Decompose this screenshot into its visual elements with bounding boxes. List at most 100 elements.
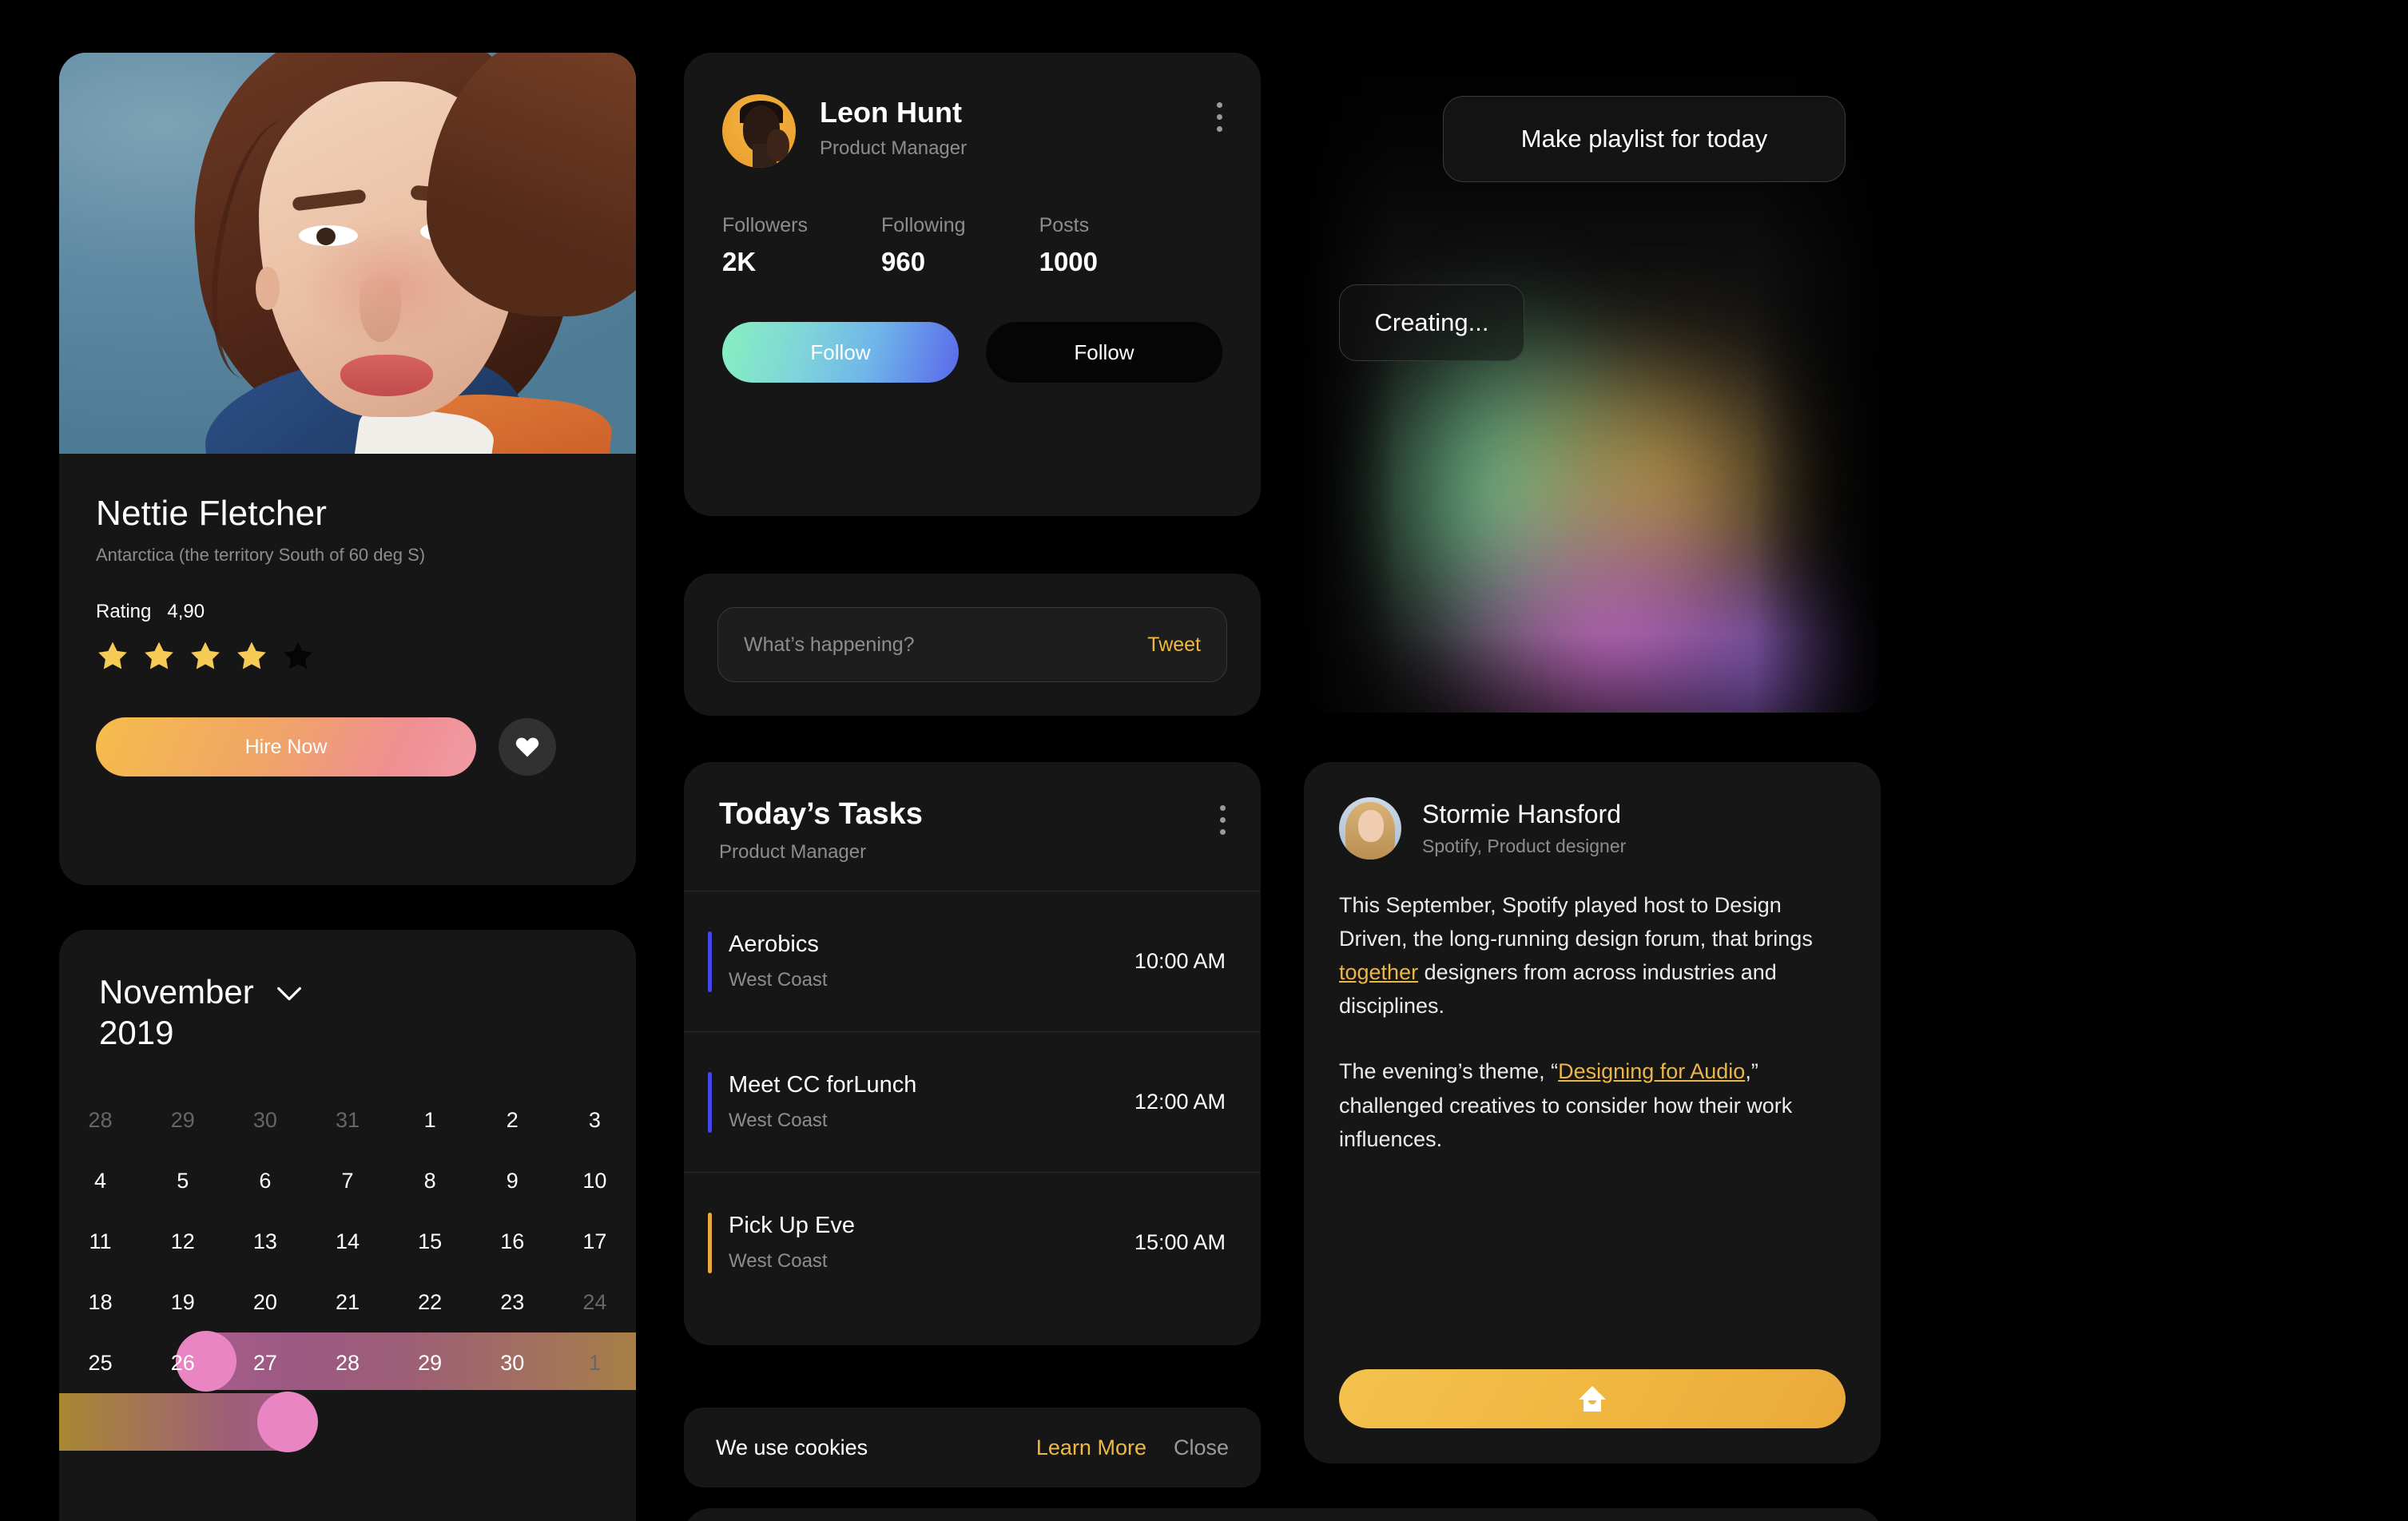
calendar-day[interactable]: 19: [141, 1272, 224, 1332]
calendar-day[interactable]: 1: [554, 1332, 636, 1393]
avatar: [722, 94, 796, 168]
task-row[interactable]: Aerobics West Coast 10:00 AM: [684, 891, 1261, 1031]
kebab-menu-icon[interactable]: [1216, 94, 1222, 132]
tweet-input[interactable]: [744, 633, 1148, 657]
calendar-day[interactable]: 29: [389, 1332, 471, 1393]
avatar: [1339, 797, 1401, 860]
star-empty-icon[interactable]: [281, 639, 315, 673]
article-home-button[interactable]: [1339, 1369, 1846, 1428]
article-body: This September, Spotify played host to D…: [1304, 860, 1881, 1156]
tweet-submit-button[interactable]: Tweet: [1147, 633, 1201, 657]
calendar-day[interactable]: 28: [306, 1332, 388, 1393]
calendar-day[interactable]: 4: [59, 1150, 141, 1211]
user-header: Leon Hunt Product Manager: [684, 53, 1261, 168]
profile-card: Nettie Fletcher Antarctica (the territor…: [59, 53, 636, 885]
calendar-day[interactable]: 23: [471, 1272, 554, 1332]
star-filled-icon[interactable]: [96, 639, 129, 673]
article-paragraph-1: This September, Spotify played host to D…: [1339, 888, 1846, 1023]
article-author: Stormie Hansford Spotify, Product design…: [1304, 762, 1881, 860]
stat-value: 1000: [1039, 247, 1099, 276]
home-icon: [1579, 1386, 1606, 1412]
star-filled-icon[interactable]: [189, 639, 222, 673]
calendar-day[interactable]: 7: [306, 1150, 388, 1211]
calendar-day[interactable]: 25: [59, 1332, 141, 1393]
calendar-day[interactable]: 21: [306, 1272, 388, 1332]
task-location: West Coast: [729, 1250, 828, 1272]
calendar-month: November: [99, 973, 254, 1011]
calendar-day[interactable]: 10: [554, 1150, 636, 1211]
task-texts: Pick Up Eve West Coast: [719, 1213, 1134, 1273]
calendar-dropdown-button[interactable]: [276, 986, 302, 1006]
follow-secondary-button[interactable]: Follow: [986, 322, 1222, 383]
cookie-text: We use cookies: [716, 1435, 868, 1459]
rating-row: Rating 4,90: [96, 601, 599, 623]
calendar-day[interactable]: 14: [306, 1211, 388, 1272]
calendar-day[interactable]: 26: [141, 1332, 224, 1393]
task-name: Pick Up Eve: [729, 1213, 855, 1238]
portrait-nose: [360, 270, 401, 342]
kebab-menu-icon[interactable]: [1219, 797, 1226, 835]
cookie-banner: We use cookies Learn More Close: [684, 1408, 1261, 1487]
article-author-role: Spotify, Product designer: [1422, 836, 1627, 856]
calendar-day[interactable]: 20: [224, 1272, 306, 1332]
article-paragraph-2: The evening’s theme, “Designing for Audi…: [1339, 1054, 1846, 1155]
calendar-day[interactable]: 5: [141, 1150, 224, 1211]
user-names: Leon Hunt Product Manager: [820, 94, 1192, 160]
cookie-learn-more-button[interactable]: Learn More: [1036, 1436, 1146, 1460]
star-filled-icon[interactable]: [142, 639, 176, 673]
calendar-day[interactable]: 3: [554, 1090, 636, 1150]
article-p1-text-a: This September, Spotify played host to D…: [1339, 893, 1813, 951]
task-location: West Coast: [729, 969, 828, 991]
stat-value: 2K: [722, 247, 757, 276]
stat-block: Following 960: [881, 214, 966, 277]
playlist-prompt-text: Make playlist for today: [1520, 125, 1768, 153]
tasks-subtitle: Product Manager: [719, 841, 867, 863]
hire-now-button[interactable]: Hire Now: [96, 717, 476, 776]
calendar-day[interactable]: 13: [224, 1211, 306, 1272]
rating-label: Rating: [96, 601, 152, 622]
calendar-day[interactable]: 29: [141, 1090, 224, 1150]
calendar-day[interactable]: 12: [141, 1211, 224, 1272]
calendar-day[interactable]: 15: [389, 1211, 471, 1272]
article-link-together[interactable]: together: [1339, 960, 1418, 984]
profile-photo: [59, 53, 636, 454]
tasks-card: Today’s Tasks Product Manager Aerobics We…: [684, 762, 1261, 1345]
calendar-day[interactable]: 16: [471, 1211, 554, 1272]
calendar-day[interactable]: 30: [224, 1090, 306, 1150]
calendar-day[interactable]: 2: [471, 1090, 554, 1150]
task-row[interactable]: Pick Up Eve West Coast 15:00 AM: [684, 1172, 1261, 1313]
calendar-day[interactable]: 1: [389, 1090, 471, 1150]
stat-label: Following: [880, 214, 966, 236]
calendar-day[interactable]: 9: [471, 1150, 554, 1211]
playlist-assistant-card: Make playlist for today Creating...: [1304, 53, 1881, 713]
avatar-face: [1358, 810, 1384, 842]
calendar-day[interactable]: 27: [224, 1332, 306, 1393]
calendar-day[interactable]: 28: [59, 1090, 141, 1150]
calendar-day[interactable]: 11: [59, 1211, 141, 1272]
profile-name: Nettie Fletcher: [96, 494, 328, 533]
calendar-day[interactable]: 30: [471, 1332, 554, 1393]
user-follow-actions: Follow Follow: [684, 277, 1261, 383]
tasks-title: Today’s Tasks: [719, 797, 923, 831]
calendar-day[interactable]: 17: [554, 1211, 636, 1272]
rating-stars[interactable]: [96, 639, 599, 673]
task-name: Meet CC forLunch: [729, 1072, 917, 1098]
task-location: West Coast: [729, 1110, 828, 1131]
calendar-day[interactable]: 6: [224, 1150, 306, 1211]
portrait-lips: [340, 355, 433, 396]
article-link-designing-for-audio[interactable]: Designing for Audio: [1558, 1059, 1745, 1083]
calendar-day[interactable]: 24: [554, 1272, 636, 1332]
calendar-day[interactable]: 18: [59, 1272, 141, 1332]
star-filled-icon[interactable]: [235, 639, 268, 673]
task-row[interactable]: Meet CC forLunch West Coast 12:00 AM: [684, 1031, 1261, 1172]
calendar-day[interactable]: 22: [389, 1272, 471, 1332]
favorite-button[interactable]: [499, 718, 556, 776]
user-profile-card: Leon Hunt Product Manager Followers 2K Fol…: [684, 53, 1261, 516]
calendar-day[interactable]: 31: [306, 1090, 388, 1150]
playlist-status-bubble: Creating...: [1339, 284, 1524, 361]
stat-label: Posts: [1039, 214, 1090, 236]
calendar-day[interactable]: 8: [389, 1150, 471, 1211]
follow-primary-button[interactable]: Follow: [722, 322, 959, 383]
playlist-prompt-bubble[interactable]: Make playlist for today: [1443, 96, 1846, 182]
cookie-close-button[interactable]: Close: [1174, 1436, 1229, 1460]
